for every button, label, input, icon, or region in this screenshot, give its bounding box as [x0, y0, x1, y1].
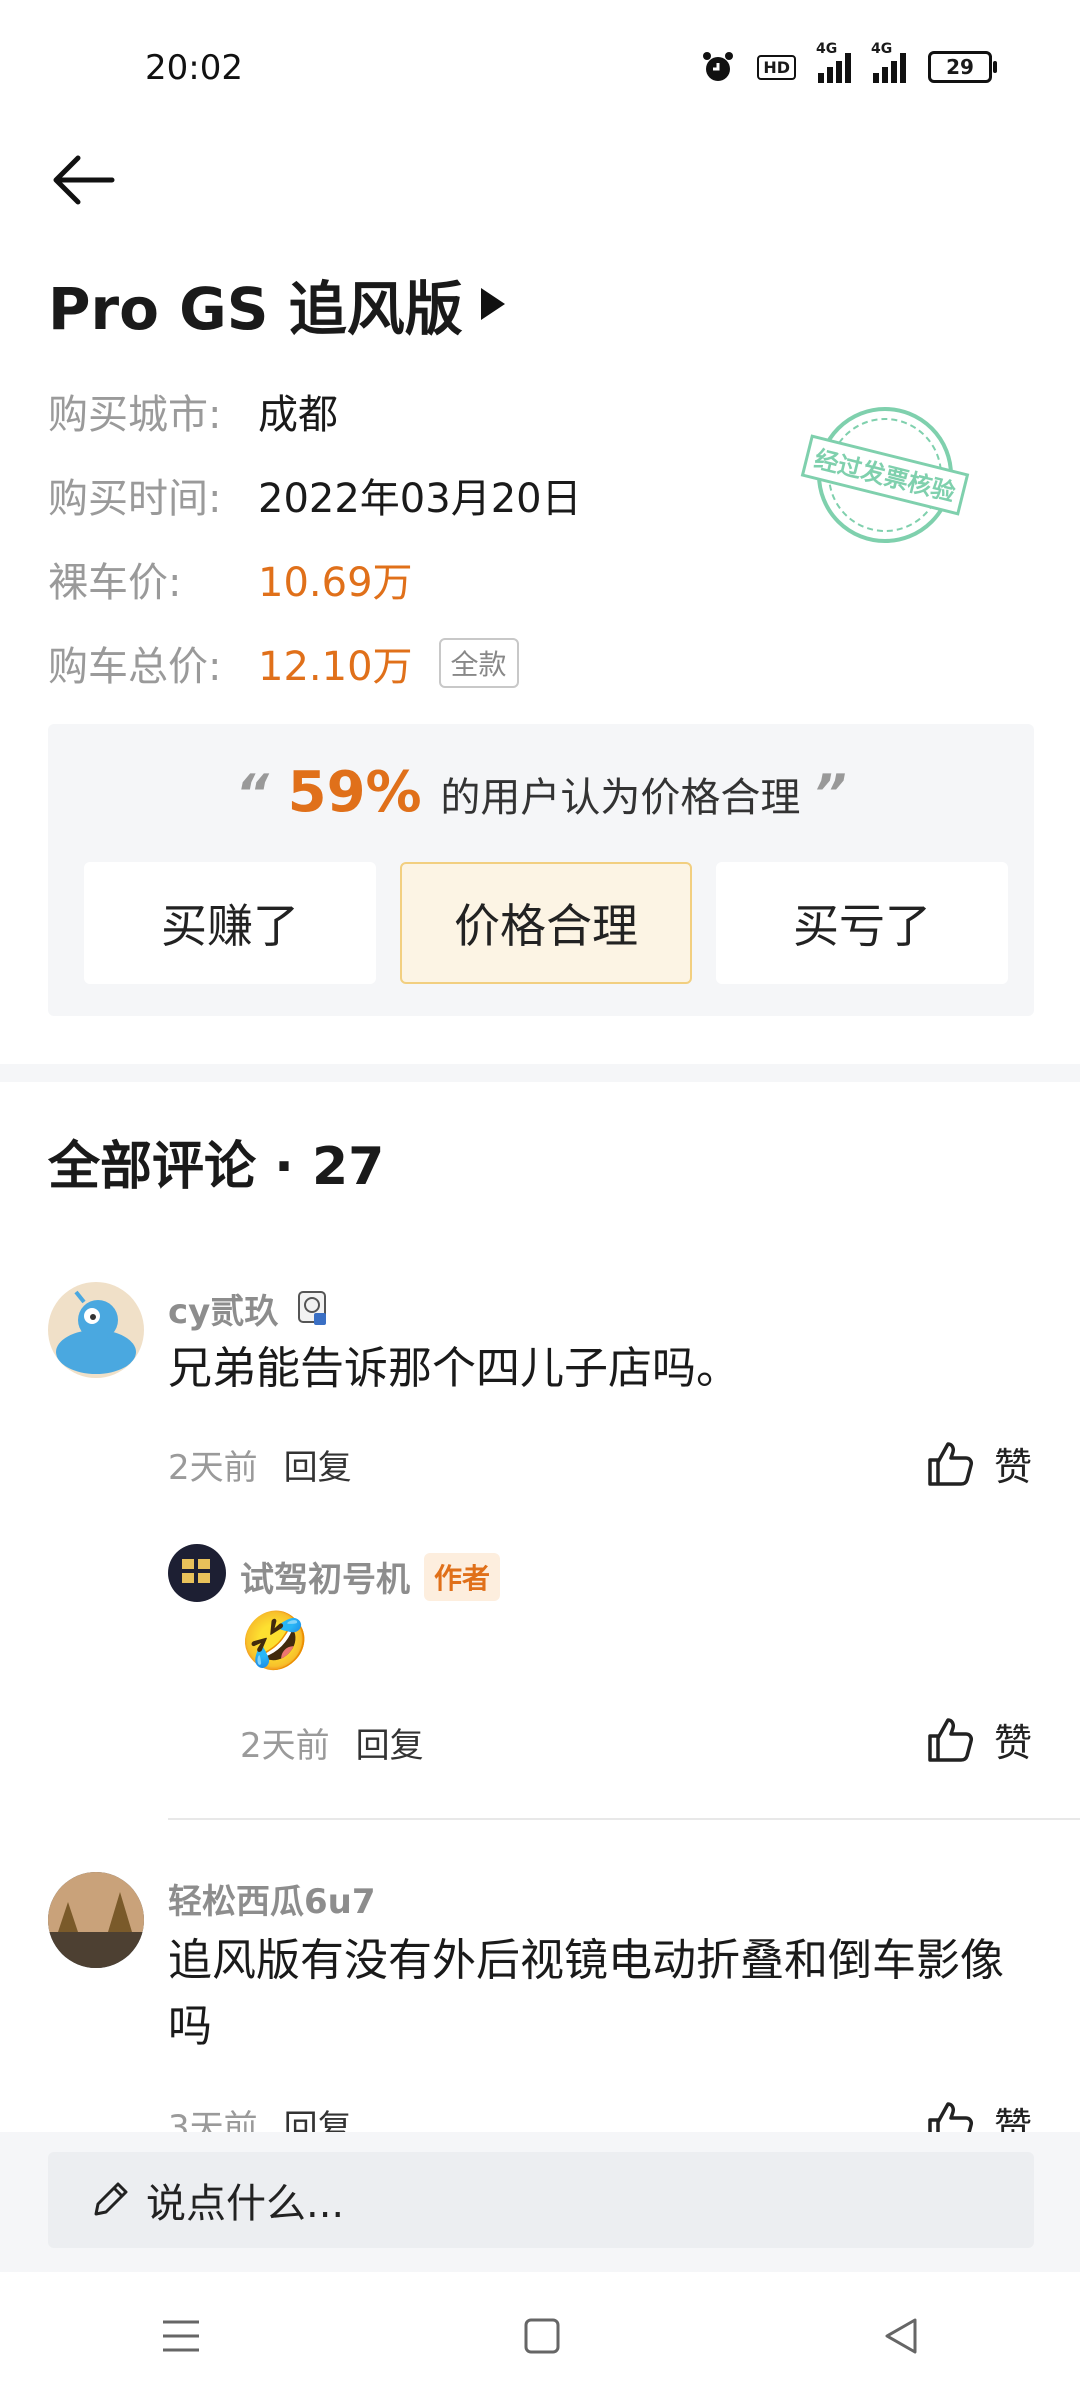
- reply-avatar[interactable]: [168, 1544, 226, 1602]
- comment-input[interactable]: 说点什么...: [48, 2152, 1034, 2248]
- reply-username-row: 试驾初号机 作者: [240, 1552, 501, 1601]
- comment-input-bar: 说点什么...: [0, 2132, 1080, 2272]
- info-bare-price-row: 裸车价: 10.69万: [48, 550, 413, 608]
- status-icons: HD 4G 4G 29: [701, 41, 997, 84]
- comment-username-row: cy贰玖: [168, 1284, 330, 1333]
- comment-text: 兄弟能告诉那个四儿子店吗。: [168, 1343, 740, 1394]
- hd-icon: HD: [757, 54, 796, 80]
- avatar[interactable]: [48, 1282, 144, 1378]
- vote-text: 的用户认为价格合理: [440, 775, 801, 821]
- close-quote: ”: [813, 764, 847, 824]
- date-value: 2022年03月20日: [258, 476, 582, 522]
- level-badge-icon: [298, 1290, 327, 1325]
- comment-meta: 2天前 回复: [168, 1440, 352, 1489]
- page-title[interactable]: Pro GS 追风版: [48, 262, 505, 346]
- bare-price-label: 裸车价:: [48, 560, 182, 606]
- payment-tag: 全款: [438, 638, 519, 688]
- signal-label-2: 4G: [871, 41, 893, 57]
- reply-emoji: 🤣: [240, 1609, 310, 1674]
- comment-separator: [168, 1818, 1080, 1820]
- home-icon[interactable]: [522, 2316, 562, 2356]
- info-city-row: 购买城市: 成都: [48, 382, 338, 440]
- invoice-verified-stamp: 经过发票核验: [800, 407, 970, 543]
- total-price-value: 12.10万: [258, 644, 413, 690]
- reply-avatar-image: [182, 1559, 210, 1583]
- model-name: Pro GS 追风版: [48, 275, 463, 343]
- thumbs-up-icon: [928, 1441, 973, 1486]
- author-badge: 作者: [424, 1552, 501, 1601]
- vote-good-deal-button[interactable]: 买赚了: [84, 862, 376, 984]
- play-triangle-icon: [480, 288, 505, 320]
- reply-meta: 2天前 回复: [240, 1718, 424, 1767]
- alarm-icon: [703, 52, 734, 81]
- city-label: 购买城市:: [48, 392, 222, 438]
- signal-icon-2: 4G: [871, 41, 906, 83]
- avatar-image: [48, 1872, 144, 1968]
- like-button[interactable]: 赞: [924, 1436, 1032, 1491]
- reply-reply-button[interactable]: 回复: [356, 1718, 424, 1767]
- comment-input-placeholder: 说点什么...: [146, 2181, 345, 2227]
- status-time: 20:02: [145, 48, 243, 88]
- reply-username[interactable]: 试驾初号机: [240, 1552, 410, 1601]
- section-divider: [0, 1064, 1080, 1082]
- signal-icon: 4G: [816, 41, 851, 83]
- city-value: 成都: [258, 392, 338, 438]
- reply-like-button[interactable]: 赞: [924, 1712, 1032, 1767]
- comments-header: 全部评论 · 27: [48, 1137, 385, 1197]
- vote-overpaid-button[interactable]: 买亏了: [716, 862, 1008, 984]
- total-price-label: 购车总价:: [48, 644, 222, 690]
- back-arrow-icon[interactable]: [48, 150, 118, 210]
- like-label: 赞: [993, 1445, 1032, 1489]
- reply-button[interactable]: 回复: [284, 1440, 352, 1489]
- menu-icon[interactable]: [159, 2316, 203, 2356]
- battery-icon: 29: [928, 51, 997, 83]
- reply-time: 2天前: [240, 1726, 330, 1766]
- price-vote-box: “ 59% 的用户认为价格合理 ” 买赚了 价格合理 买亏了: [48, 724, 1034, 1016]
- thumbs-up-icon: [928, 1717, 973, 1762]
- open-quote: “: [235, 764, 269, 824]
- like-label: 赞: [993, 1721, 1032, 1765]
- avatar[interactable]: [48, 1872, 144, 1968]
- vote-fair-price-button[interactable]: 价格合理: [400, 862, 692, 984]
- signal-label: 4G: [816, 41, 838, 57]
- bare-price-value: 10.69万: [258, 560, 413, 606]
- system-nav-bar: [0, 2272, 1080, 2400]
- info-date-row: 购买时间: 2022年03月20日: [48, 466, 582, 524]
- comment-text: 追风版有没有外后视镜电动折叠和倒车影像吗: [168, 1935, 1004, 2052]
- info-total-price-row: 购车总价: 12.10万 全款: [48, 634, 519, 692]
- vote-headline: “ 59% 的用户认为价格合理 ”: [48, 760, 1034, 825]
- vote-percent: 59%: [287, 760, 422, 825]
- comment-username[interactable]: 轻松西瓜6u7: [168, 1874, 376, 1923]
- edit-pencil-icon: [94, 2182, 128, 2216]
- avatar-image: [56, 1290, 136, 1374]
- comment-time: 2天前: [168, 1448, 258, 1488]
- date-label: 购买时间:: [48, 476, 222, 522]
- back-icon[interactable]: [881, 2316, 921, 2356]
- comment-username[interactable]: cy贰玖: [168, 1284, 278, 1333]
